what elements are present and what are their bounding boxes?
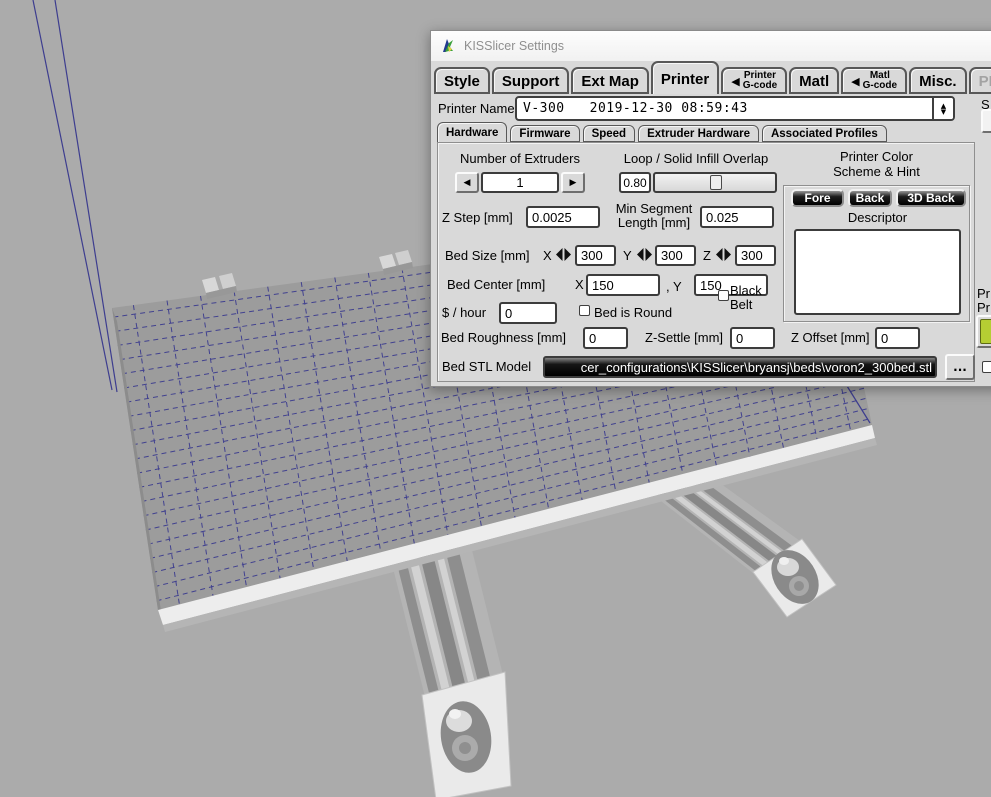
drag-diamond-icon[interactable] — [637, 248, 652, 261]
color-scheme-group: Fore Back 3D Back Descriptor — [783, 185, 970, 322]
kisslicer-logo-icon — [440, 38, 456, 54]
dollar-hour-field[interactable]: 0 — [499, 302, 557, 324]
right-edge-partial-button[interactable] — [981, 109, 991, 133]
window-titlebar[interactable]: KISSlicer Settings — [431, 31, 991, 61]
left-triangle-icon: ◀ — [851, 75, 859, 88]
dollar-hour-label: $ / hour — [442, 305, 486, 320]
tab-matl-gcode[interactable]: ◀ Matl G-code — [841, 67, 907, 94]
slider-thumb[interactable] — [710, 175, 722, 190]
axis-x-label: X — [543, 248, 552, 263]
tab-printer[interactable]: Printer — [651, 61, 719, 94]
black-belt-checkbox[interactable] — [718, 290, 729, 301]
tab-style[interactable]: Style — [434, 67, 490, 94]
bed-roughness-label: Bed Roughness [mm] — [441, 330, 566, 345]
center-x-label: X — [575, 277, 584, 292]
bed-size-z-field[interactable]: 300 — [735, 245, 776, 266]
black-belt-label: Black Belt — [730, 284, 774, 312]
printer-name-value: V-300 2019-12-30 08:59:43 — [523, 101, 748, 116]
overlap-label: Loop / Solid Infill Overlap — [610, 151, 782, 166]
extruders-decrement-button[interactable]: ◀ — [455, 172, 479, 193]
descriptor-label: Descriptor — [784, 210, 971, 225]
right-edge-green-button[interactable] — [976, 315, 991, 348]
hardware-panel: Number of Extruders ◀ 1 ▶ Loop / Solid I… — [437, 142, 975, 382]
printer-name-label: Printer Name — [438, 101, 515, 116]
subtab-extruder-hardware[interactable]: Extruder Hardware — [638, 125, 759, 142]
z-step-label: Z Step [mm] — [442, 210, 513, 225]
axis-z-label: Z — [703, 248, 711, 263]
bed-size-x-field[interactable]: 300 — [575, 245, 616, 266]
right-triangle-icon: ▶ — [570, 178, 577, 188]
bed-stl-browse-button[interactable]: ... — [945, 354, 975, 380]
bed-is-round-checkbox[interactable] — [579, 305, 590, 316]
right-edge-checkbox[interactable] — [982, 361, 991, 373]
extruders-field[interactable]: 1 — [481, 172, 559, 193]
num-extruders-label: Number of Extruders — [452, 151, 588, 166]
drag-diamond-icon[interactable] — [556, 248, 571, 261]
bed-center-x-field[interactable]: 150 — [586, 274, 660, 296]
back-color-button[interactable]: Back — [848, 189, 892, 207]
bed-is-round-label: Bed is Round — [594, 305, 672, 320]
left-triangle-icon: ◀ — [464, 178, 471, 188]
printer-name-combo[interactable]: V-300 2019-12-30 08:59:43 ▲ ▼ — [515, 96, 955, 121]
printer-subtab-bar: Hardware Firmware Speed Extruder Hardwar… — [437, 122, 887, 142]
tab-pro[interactable]: PRO — [969, 67, 991, 94]
overlap-value-field[interactable]: 0.80 — [619, 172, 651, 193]
subtab-speed[interactable]: Speed — [583, 125, 636, 142]
bed-stl-path-field[interactable]: cer_configurations\KISSlicer\bryansj\bed… — [543, 356, 937, 378]
bed-size-label: Bed Size [mm] — [445, 248, 530, 263]
z-offset-field[interactable]: 0 — [875, 327, 920, 349]
axis-y-label: Y — [623, 248, 632, 263]
color-scheme-label: Printer Color Scheme & Hint — [783, 149, 970, 179]
spin-down-icon[interactable]: ▼ — [941, 109, 946, 115]
tab-ext-map[interactable]: Ext Map — [571, 67, 649, 94]
tab-matl[interactable]: Matl — [789, 67, 839, 94]
3d-back-color-button[interactable]: 3D Back — [896, 189, 966, 207]
subtab-hardware[interactable]: Hardware — [437, 122, 507, 142]
main-tab-bar: Style Support Ext Map Printer ◀ Printer … — [434, 61, 991, 94]
min-segment-label: Min Segment Length [mm] — [608, 202, 700, 230]
screen: KISSlicer Settings Style Support Ext Map… — [0, 0, 991, 797]
tab-printer-gcode[interactable]: ◀ Printer G-code — [721, 67, 787, 94]
window-title: KISSlicer Settings — [464, 39, 564, 53]
right-edge-pr-label-2: Pr — [977, 300, 990, 315]
bed-size-y-field[interactable]: 300 — [655, 245, 696, 266]
printer-name-spinner[interactable]: ▲ ▼ — [932, 98, 953, 119]
bed-stl-label: Bed STL Model — [442, 359, 531, 374]
right-edge-pr-label-1: Pr — [977, 286, 990, 301]
z-step-field[interactable]: 0.0025 — [526, 206, 600, 228]
descriptor-textarea[interactable] — [794, 229, 961, 315]
subtab-associated-profiles[interactable]: Associated Profiles — [762, 125, 887, 142]
tab-misc[interactable]: Misc. — [909, 67, 967, 94]
green-button-fill — [980, 319, 991, 344]
bed-center-label: Bed Center [mm] — [447, 277, 545, 292]
drag-diamond-icon[interactable] — [716, 248, 731, 261]
z-offset-label: Z Offset [mm] — [791, 330, 870, 345]
subtab-firmware[interactable]: Firmware — [510, 125, 579, 142]
left-triangle-icon: ◀ — [731, 75, 739, 88]
fore-color-button[interactable]: Fore — [791, 189, 844, 207]
z-settle-label: Z-Settle [mm] — [645, 330, 723, 345]
bed-roughness-field[interactable]: 0 — [583, 327, 628, 349]
center-y-label: , Y — [666, 279, 682, 294]
extruders-increment-button[interactable]: ▶ — [561, 172, 585, 193]
min-segment-field[interactable]: 0.025 — [700, 206, 774, 228]
overlap-slider[interactable] — [653, 172, 777, 193]
z-settle-field[interactable]: 0 — [730, 327, 775, 349]
tab-support[interactable]: Support — [492, 67, 570, 94]
kisslicer-settings-window: KISSlicer Settings Style Support Ext Map… — [430, 30, 991, 387]
